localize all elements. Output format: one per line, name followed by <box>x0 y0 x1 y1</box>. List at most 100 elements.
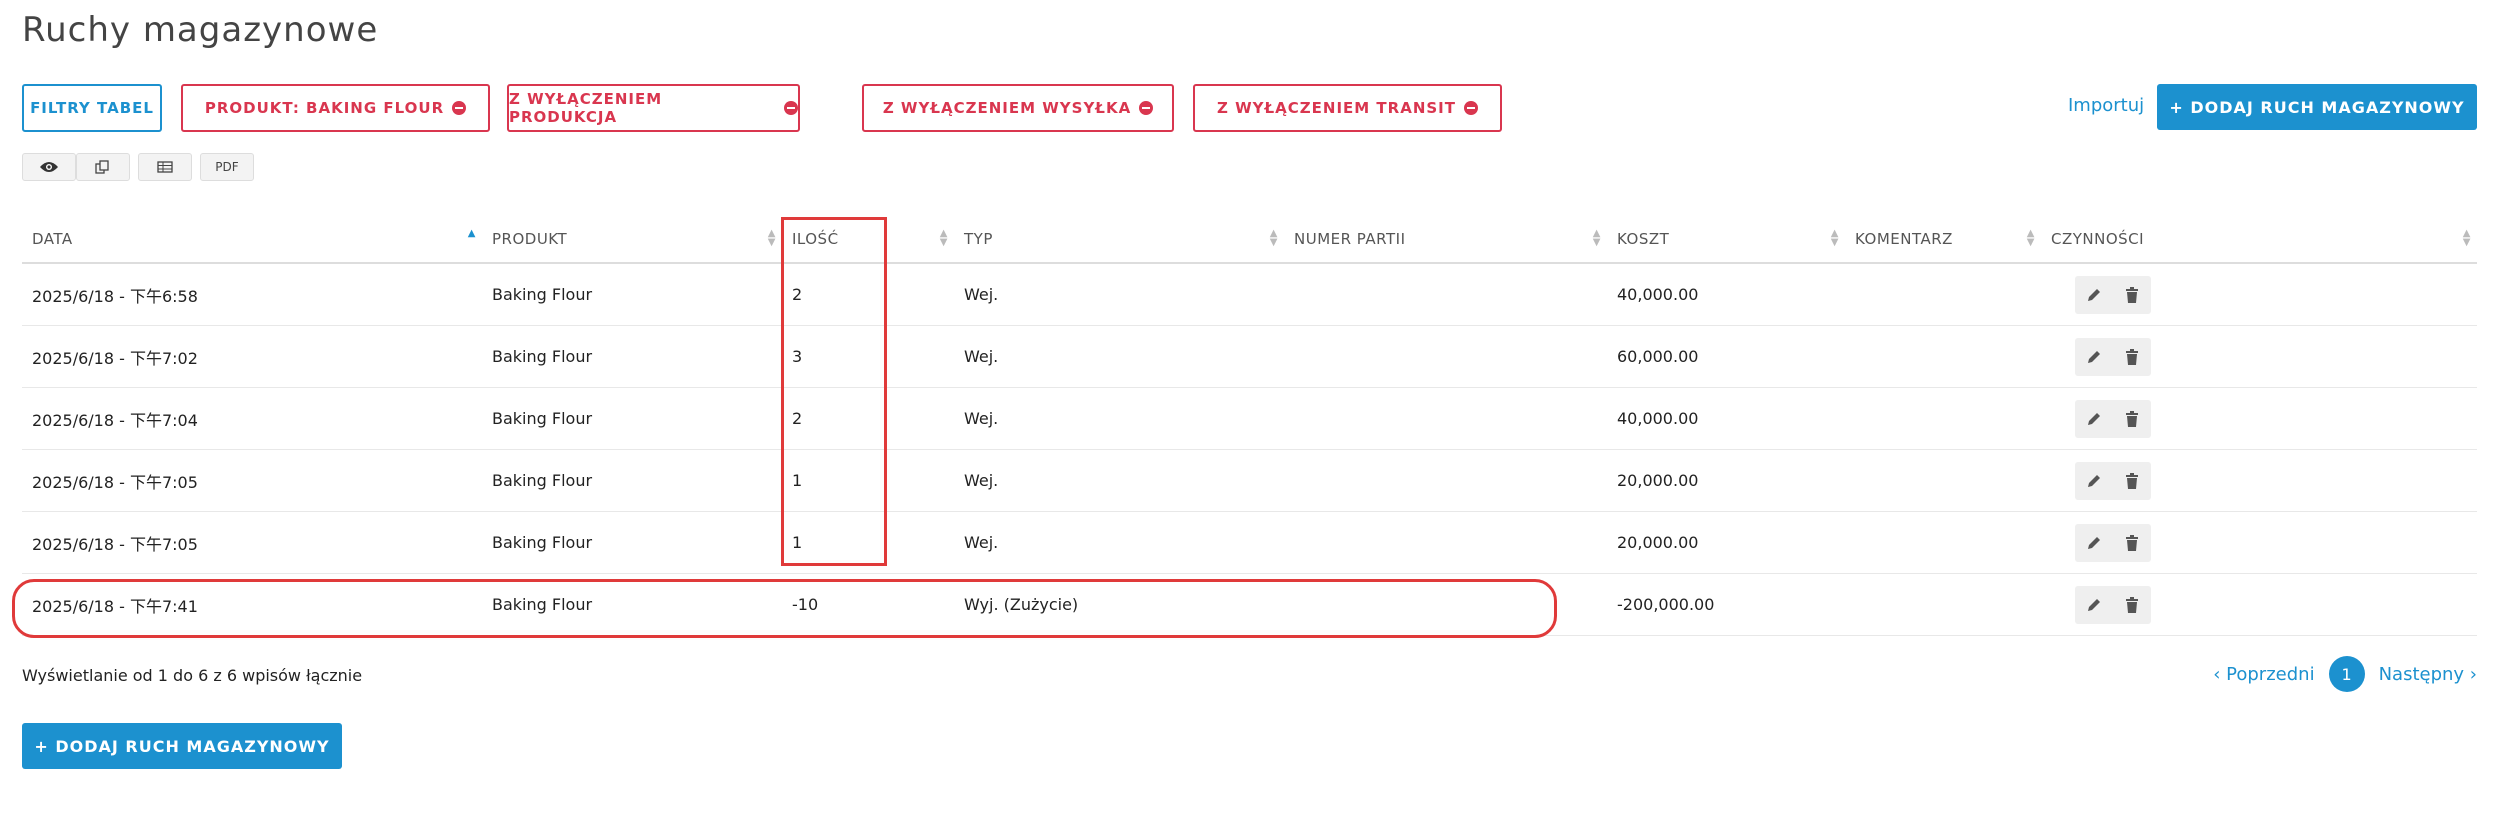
filter-exclude-shipping-chip[interactable]: Z WYŁĄCZENIEM WYSYŁKA <box>862 84 1174 132</box>
excel-button[interactable] <box>138 153 192 181</box>
visibility-toggle-button[interactable] <box>22 153 76 181</box>
edit-icon[interactable] <box>2075 462 2113 500</box>
prev-page-link[interactable]: ‹ Poprzedni <box>2213 664 2314 685</box>
cell-cost: 20,000.00 <box>1607 449 1845 512</box>
sort-icon: ▲ ▼ <box>1269 228 1278 248</box>
cell-actions <box>2041 263 2477 326</box>
remove-filter-icon[interactable] <box>452 101 467 115</box>
add-stock-movement-button[interactable]: + DODAJ RUCH MAGAZYNOWY <box>2157 84 2477 130</box>
cell-batch <box>1284 449 1607 512</box>
copy-button[interactable] <box>76 153 130 181</box>
cell-date: 2025/6/18 - 下午7:02 <box>22 325 482 388</box>
cell-date: 2025/6/18 - 下午7:05 <box>22 449 482 512</box>
cell-batch <box>1284 511 1607 574</box>
filter-product-label: PRODUKT: BAKING FLOUR <box>204 99 445 117</box>
delete-icon[interactable] <box>2113 462 2151 500</box>
next-page-link[interactable]: Następny › <box>2379 664 2477 685</box>
table-icon <box>157 161 173 173</box>
sort-icon: ▲ ▼ <box>767 228 776 248</box>
column-header-product[interactable]: PRODUKT ▲ ▼ <box>482 216 782 264</box>
cell-cost: 20,000.00 <box>1607 511 1845 574</box>
cell-date: 2025/6/18 - 下午7:04 <box>22 387 482 450</box>
column-header-actions[interactable]: CZYNNOŚCI ▲ ▼ <box>2041 216 2477 264</box>
cell-cost: -200,000.00 <box>1607 573 1845 636</box>
stock-movements-table: DATA ▲ PRODUKT ▲ ▼ ILOŚĆ ▲ ▼ TYP ▲ ▼ NUMER PART… <box>22 216 2477 636</box>
filter-exclude-production-chip[interactable]: Z WYŁĄCZENIEM PRODUKCJA <box>507 84 800 132</box>
table-row: 2025/6/18 - 下午7:02 Baking Flour 3 Wej. 60,00… <box>22 325 2477 388</box>
cell-product: Baking Flour <box>482 263 782 326</box>
row-actions <box>2075 337 2151 376</box>
delete-icon[interactable] <box>2113 400 2151 438</box>
delete-icon[interactable] <box>2113 586 2151 624</box>
consumption-row-highlight <box>12 579 1557 638</box>
column-header-cost[interactable]: KOSZT ▲ ▼ <box>1607 216 1845 264</box>
column-header-comment[interactable]: KOMENTARZ ▲ ▼ <box>1845 216 2041 264</box>
cell-comment <box>1845 325 2041 388</box>
cell-batch <box>1284 325 1607 388</box>
cell-actions <box>2041 511 2477 574</box>
table-header-row: DATA ▲ PRODUKT ▲ ▼ ILOŚĆ ▲ ▼ TYP ▲ ▼ NUMER PART… <box>22 216 2477 264</box>
table-filters-label: FILTRY TABEL <box>30 99 154 117</box>
sort-icon: ▲ ▼ <box>1830 228 1839 248</box>
delete-icon[interactable] <box>2113 276 2151 314</box>
table-row: 2025/6/18 - 下午6:58 Baking Flour 2 Wej. 40,00… <box>22 263 2477 326</box>
cell-comment <box>1845 449 2041 512</box>
pdf-label: PDF <box>215 160 239 174</box>
row-actions <box>2075 461 2151 500</box>
filter-exclude-production-label: Z WYŁĄCZENIEM PRODUKCJA <box>509 90 663 126</box>
cell-batch <box>1284 263 1607 326</box>
table-filters-button[interactable]: FILTRY TABEL <box>22 84 162 132</box>
cell-date: 2025/6/18 - 下午7:05 <box>22 511 482 574</box>
sort-icon: ▲ ▼ <box>939 228 948 248</box>
delete-icon[interactable] <box>2113 524 2151 562</box>
cell-comment <box>1845 387 2041 450</box>
sort-asc-icon: ▲ <box>467 228 476 239</box>
cell-actions <box>2041 325 2477 388</box>
edit-icon[interactable] <box>2075 524 2113 562</box>
cell-product: Baking Flour <box>482 511 782 574</box>
sort-icon: ▲ ▼ <box>2026 228 2035 248</box>
remove-filter-icon[interactable] <box>1463 101 1478 115</box>
sort-icon: ▲ ▼ <box>1592 228 1601 248</box>
cell-cost: 40,000.00 <box>1607 263 1845 326</box>
delete-icon[interactable] <box>2113 338 2151 376</box>
edit-icon[interactable] <box>2075 400 2113 438</box>
page-1-button[interactable]: 1 <box>2328 656 2365 692</box>
remove-filter-icon[interactable] <box>1139 101 1154 115</box>
edit-icon[interactable] <box>2075 586 2113 624</box>
row-actions <box>2075 399 2151 438</box>
column-header-batch[interactable]: NUMER PARTII ▲ ▼ <box>1284 216 1607 264</box>
cell-comment <box>1845 263 2041 326</box>
cell-type: Wej. <box>954 449 1284 512</box>
table-row: 2025/6/18 - 下午7:04 Baking Flour 2 Wej. 40,00… <box>22 387 2477 450</box>
page-title: Ruchy magazynowe <box>22 10 379 50</box>
pdf-button[interactable]: PDF <box>200 153 254 181</box>
cell-actions <box>2041 573 2477 636</box>
cell-type: Wej. <box>954 263 1284 326</box>
column-header-type[interactable]: TYP ▲ ▼ <box>954 216 1284 264</box>
cell-product: Baking Flour <box>482 387 782 450</box>
cell-product: Baking Flour <box>482 449 782 512</box>
add-stock-movement-button-bottom[interactable]: + DODAJ RUCH MAGAZYNOWY <box>22 723 342 769</box>
row-actions <box>2075 275 2151 314</box>
cell-type: Wej. <box>954 325 1284 388</box>
import-link[interactable]: Importuj <box>2068 95 2144 116</box>
filter-exclude-transit-label: Z WYŁĄCZENIEM TRANSIT <box>1217 99 1456 117</box>
pagination: ‹ Poprzedni 1 Następny › <box>2213 656 2477 692</box>
table-row: 2025/6/18 - 下午7:05 Baking Flour 1 Wej. 20,00… <box>22 511 2477 574</box>
cell-cost: 40,000.00 <box>1607 387 1845 450</box>
edit-icon[interactable] <box>2075 338 2113 376</box>
cell-actions <box>2041 449 2477 512</box>
column-header-date[interactable]: DATA ▲ <box>22 216 482 264</box>
cell-product: Baking Flour <box>482 325 782 388</box>
row-actions <box>2075 585 2151 624</box>
filter-product-chip[interactable]: PRODUKT: BAKING FLOUR <box>181 84 490 132</box>
cell-actions <box>2041 387 2477 450</box>
cell-type: Wej. <box>954 387 1284 450</box>
remove-filter-icon[interactable] <box>784 101 798 115</box>
cell-cost: 60,000.00 <box>1607 325 1845 388</box>
filter-exclude-shipping-label: Z WYŁĄCZENIEM WYSYŁKA <box>882 99 1132 117</box>
filter-exclude-transit-chip[interactable]: Z WYŁĄCZENIEM TRANSIT <box>1193 84 1502 132</box>
cell-type: Wej. <box>954 511 1284 574</box>
edit-icon[interactable] <box>2075 276 2113 314</box>
